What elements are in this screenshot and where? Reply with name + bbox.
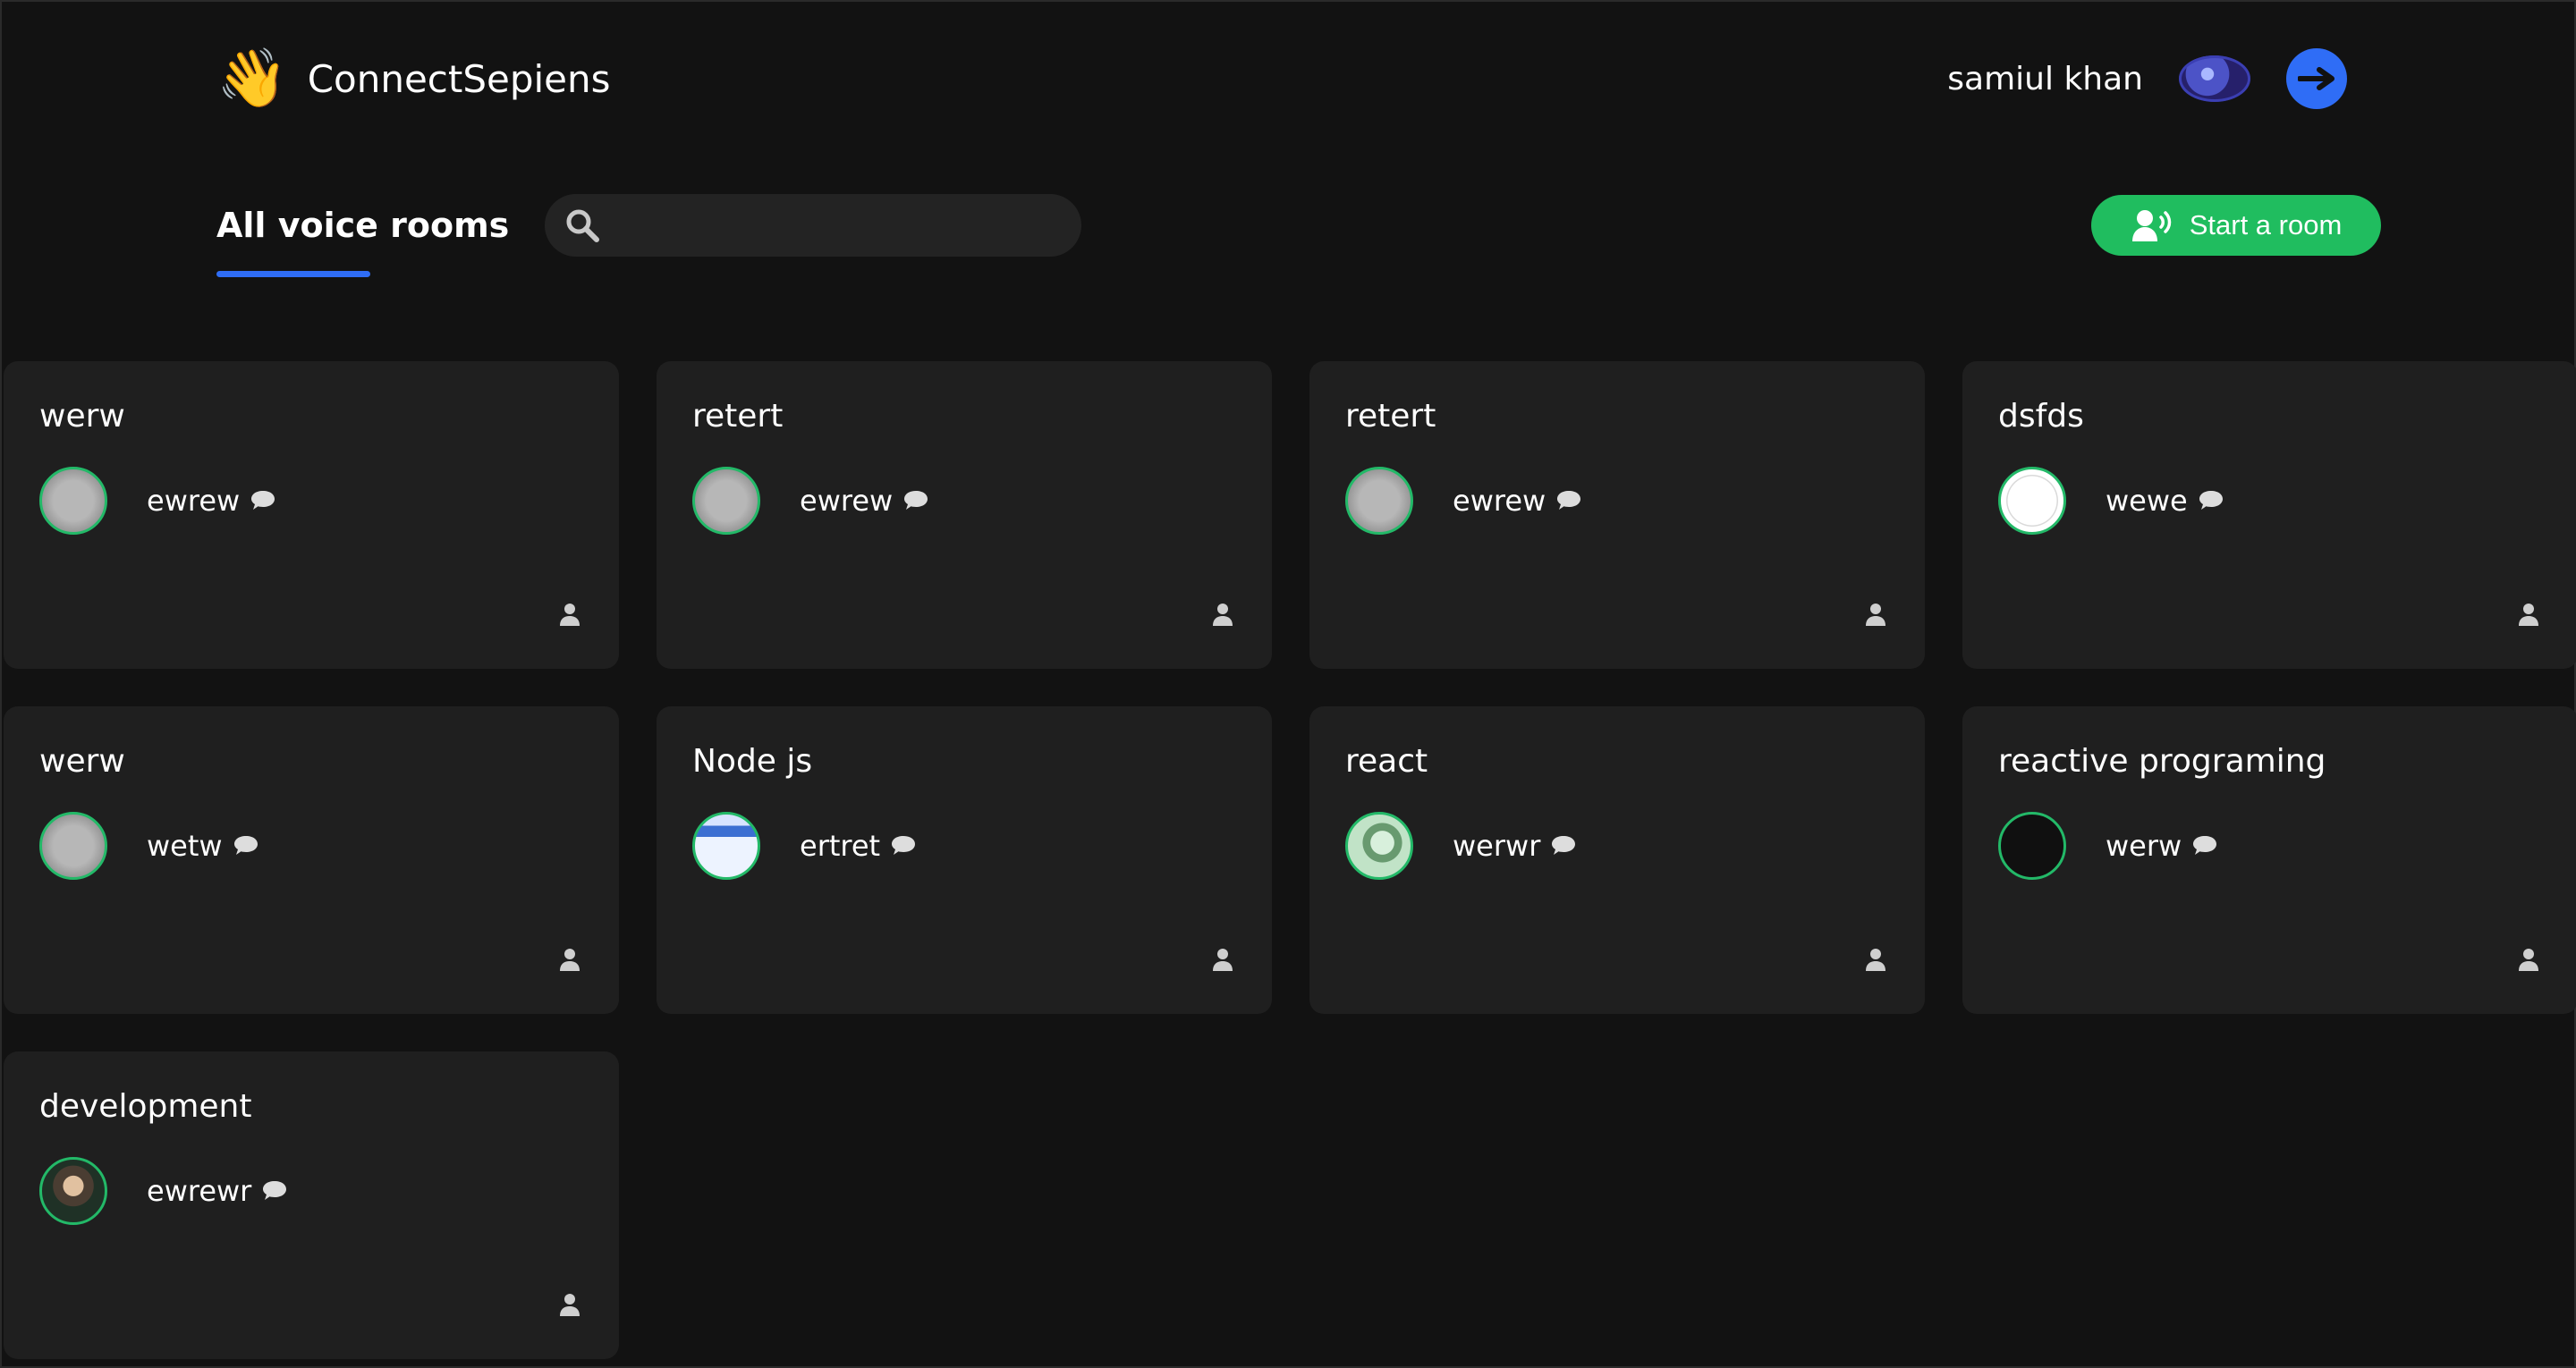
search-input[interactable]: [614, 193, 1082, 258]
chat-bubble-icon: [2199, 490, 2223, 510]
speaker-avatar: [39, 466, 107, 535]
speaker-avatar: [1998, 466, 2066, 535]
chat-bubble-icon: [1552, 835, 1576, 855]
start-room-label: Start a room: [2189, 209, 2343, 241]
room-speaker: werw: [1998, 811, 2542, 880]
room-speaker: werwr: [1345, 811, 1889, 880]
speaker-avatar: [692, 811, 760, 880]
listener-icon: [1866, 604, 1885, 626]
speaker-avatar: [1345, 466, 1413, 535]
room-title: reactive programing: [1998, 743, 2326, 780]
speaker-avatar: [1998, 811, 2066, 880]
room-title: development: [39, 1088, 252, 1125]
top-bar: 👋 ConnectSepiens samiul khan: [216, 46, 2360, 111]
room-card[interactable]: development ewrewr: [4, 1051, 619, 1359]
room-speaker: ewrew: [39, 466, 583, 535]
listener-icon: [1866, 949, 1885, 971]
room-card[interactable]: werw wetw: [4, 706, 619, 1014]
listener-icon: [2519, 604, 2538, 626]
brand-name[interactable]: ConnectSepiens: [308, 57, 611, 101]
waving-hand-icon: 👋: [216, 46, 288, 112]
speaker-avatar: [39, 1156, 107, 1225]
speaker-avatar: [692, 466, 760, 535]
room-title: retert: [692, 398, 784, 435]
speaker-avatar: [39, 811, 107, 880]
chat-bubble-icon: [251, 490, 275, 510]
chat-bubble-icon: [2193, 835, 2217, 855]
speaker-name: ewrew: [800, 483, 894, 518]
room-card[interactable]: react werwr: [1309, 706, 1925, 1014]
speaker-name: ewrew: [147, 483, 241, 518]
start-room-button[interactable]: Start a room: [2091, 195, 2381, 256]
chat-bubble-icon: [263, 1180, 287, 1200]
room-title: Node js: [692, 743, 813, 780]
listener-icon: [560, 949, 580, 971]
brand[interactable]: 👋 ConnectSepiens: [216, 50, 611, 107]
room-speaker: ertret: [692, 811, 1236, 880]
user-avatar[interactable]: [2179, 55, 2250, 102]
user-area: samiul khan: [1947, 48, 2347, 109]
room-title: dsfds: [1998, 398, 2084, 435]
listener-icon: [560, 604, 580, 626]
voice-user-icon: [2131, 210, 2171, 241]
speaker-avatar: [1345, 811, 1413, 880]
chat-bubble-icon: [233, 835, 258, 855]
room-title: react: [1345, 743, 1428, 780]
listener-icon: [560, 1294, 580, 1316]
speaker-name: wetw: [147, 828, 223, 863]
speaker-name: werwr: [1453, 828, 1541, 863]
rooms-header-left: All voice rooms: [216, 193, 1082, 277]
search-box[interactable]: [545, 193, 1082, 258]
chat-bubble-icon: [892, 835, 916, 855]
rooms-grid: werw ewrew retert ewrew retert ewrew dsf…: [4, 361, 2576, 1359]
room-card[interactable]: Node js ertret: [657, 706, 1272, 1014]
room-speaker: wewe: [1998, 466, 2542, 535]
speaker-name: wewe: [2106, 483, 2188, 518]
room-card[interactable]: retert ewrew: [657, 361, 1272, 669]
room-title: retert: [1345, 398, 1436, 435]
speaker-name: ewrew: [1453, 483, 1546, 518]
room-speaker: wetw: [39, 811, 583, 880]
speaker-name: ertret: [800, 828, 881, 863]
rooms-section-title: All voice rooms: [216, 206, 510, 277]
room-speaker: ewrewr: [39, 1156, 583, 1225]
room-speaker: ewrew: [1345, 466, 1889, 535]
speaker-name: werw: [2106, 828, 2182, 863]
listener-icon: [1213, 949, 1233, 971]
listener-icon: [2519, 949, 2538, 971]
user-name: samiul khan: [1947, 60, 2143, 97]
room-title: werw: [39, 743, 125, 780]
room-card[interactable]: reactive programing werw: [1962, 706, 2576, 1014]
logout-button[interactable]: [2286, 48, 2347, 109]
search-icon: [566, 209, 600, 242]
rooms-toolbar: All voice rooms Start a room: [216, 191, 2381, 277]
listener-icon: [1213, 604, 1233, 626]
room-speaker: ewrew: [692, 466, 1236, 535]
room-title: werw: [39, 398, 125, 435]
chat-bubble-icon: [904, 490, 928, 510]
room-card[interactable]: werw ewrew: [4, 361, 619, 669]
room-card[interactable]: retert ewrew: [1309, 361, 1925, 669]
speaker-name: ewrewr: [147, 1173, 252, 1208]
chat-bubble-icon: [1557, 490, 1581, 510]
arrow-right-icon: [2298, 67, 2334, 90]
room-card[interactable]: dsfds wewe: [1962, 361, 2576, 669]
